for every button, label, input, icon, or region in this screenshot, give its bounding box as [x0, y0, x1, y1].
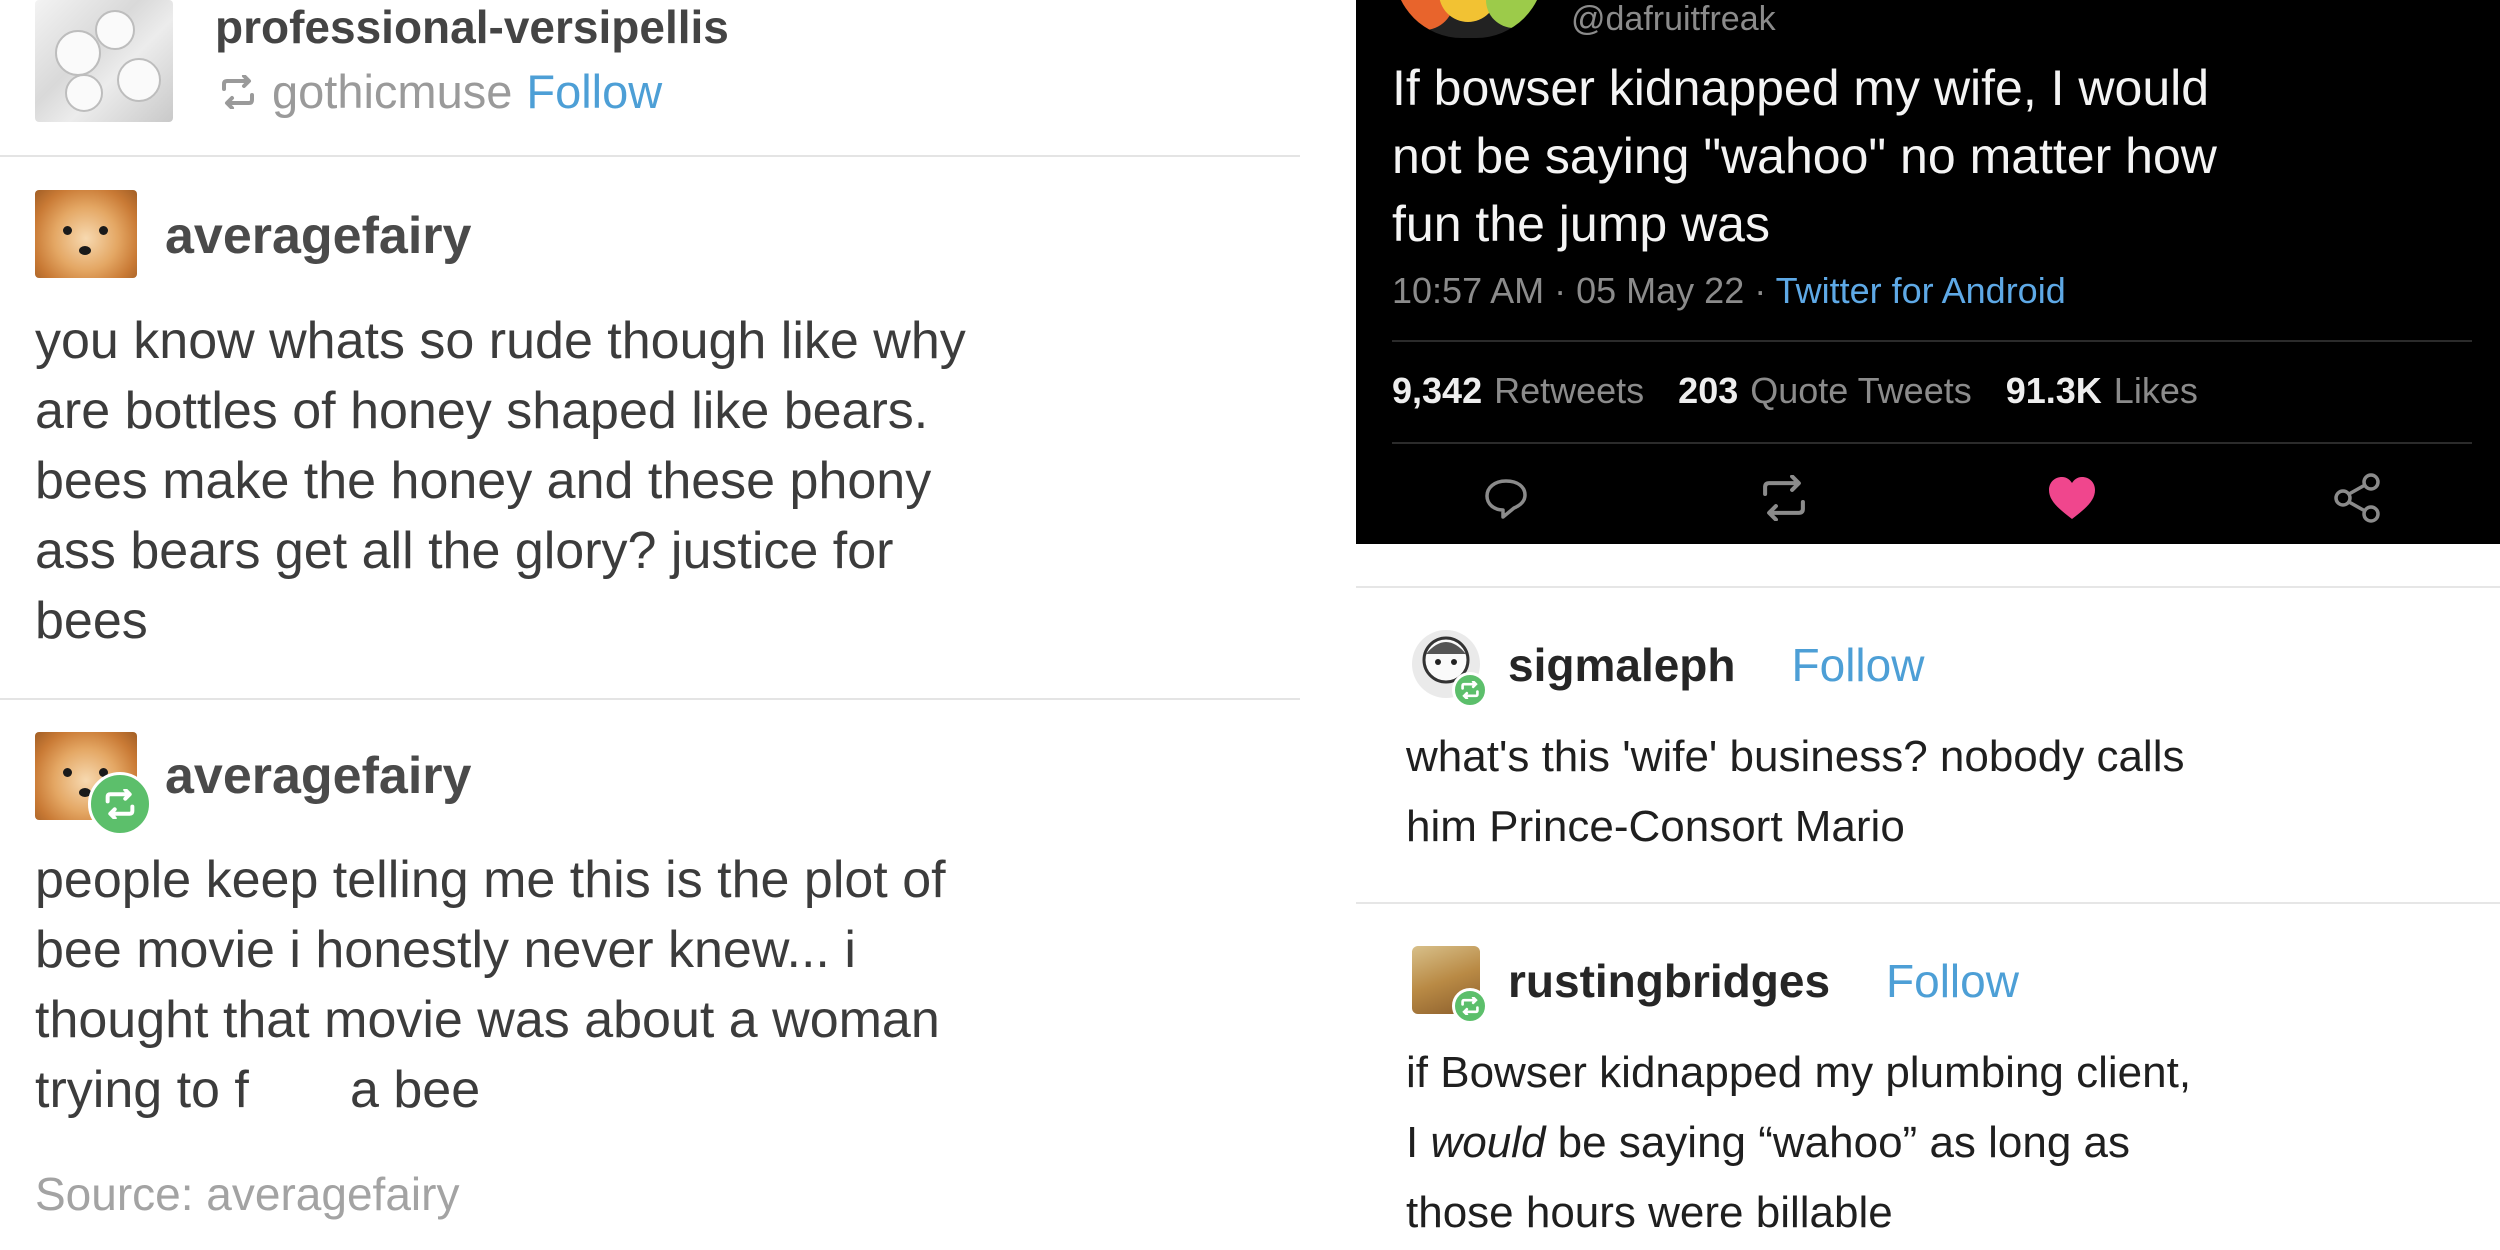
emphasized-text: would [1430, 1118, 1546, 1167]
text-line: if Bowser kidnapped my plumbing client, [1406, 1048, 2192, 1097]
divider [0, 698, 1300, 700]
text-fragment: I [1406, 1118, 1419, 1167]
text-line: not be saying "wahoo" no matter how [1392, 128, 2217, 184]
retweets-label: Retweets [1494, 370, 1645, 411]
text-line: are bottles of honey shaped like bears. [35, 382, 929, 440]
text-line: bees make the honey and these phony [35, 452, 932, 510]
text-line: people keep telling me this is the plot … [35, 851, 946, 909]
quote-tweets-count: 203 [1678, 370, 1739, 411]
tweet-actions [1356, 470, 2500, 530]
follow-button[interactable]: Follow [1792, 638, 1925, 692]
text-line: trying to f a bee [35, 1061, 481, 1119]
username[interactable]: sigmaleph [1508, 638, 1736, 692]
divider [1392, 442, 2472, 444]
text-line: him Prince-Consort Mario [1406, 802, 1905, 851]
reply-text: if Bowser kidnapped my plumbing client, … [1406, 1038, 2466, 1248]
text-line: thought that movie was about a woman [35, 991, 940, 1049]
likes-count: 91.3K [2005, 370, 2102, 411]
likes-label: Likes [2113, 370, 2198, 411]
tweet-avatar[interactable] [1394, 0, 1544, 38]
tweet-date: 05 May 22 [1576, 270, 1745, 311]
text-line: If bowser kidnapped my wife, I would [1392, 60, 2210, 116]
reply-text: what's this 'wife' business? nobody call… [1406, 722, 2466, 862]
reply-icon[interactable] [1478, 470, 1534, 526]
divider [0, 155, 1300, 157]
separator-dot: · [1554, 270, 1577, 311]
tumblr-post-left: professional-versipellis gothicmuse Foll… [0, 0, 1300, 1250]
tweet-stats: 9,342 Retweets 203 Quote Tweets 91.3K Likes [1392, 370, 2198, 412]
quote-tweets-label: Quote Tweets [1750, 370, 1972, 411]
text-fragment: be saying “wahoo” as long as [1557, 1118, 2131, 1167]
tweet-time: 10:57 AM [1392, 270, 1545, 311]
likes-stat[interactable]: 91.3K Likes [2006, 370, 2198, 412]
reblog-icon [222, 74, 254, 109]
divider [1356, 902, 2500, 904]
post-text: people keep telling me this is the plot … [35, 845, 1275, 1125]
separator-dot: · [1754, 270, 1776, 311]
follow-button[interactable]: Follow [1886, 954, 2019, 1008]
text-line: ass bears get all the glory? justice for [35, 522, 894, 580]
divider [1392, 340, 2472, 342]
follow-button[interactable]: Follow [526, 64, 662, 119]
retweets-count: 9,342 [1392, 370, 1483, 411]
tumblr-post-right: @dafruitfreak If bowser kidnapped my wif… [1356, 0, 2500, 1250]
reblog-badge-icon [1452, 988, 1488, 1024]
reply-header: sigmaleph Follow [1508, 638, 1924, 692]
text-line: bees [35, 592, 148, 650]
tweet-text: If bowser kidnapped my wife, I would not… [1392, 54, 2472, 258]
username[interactable]: averagefairy [165, 746, 471, 806]
tweet-source-link[interactable]: Twitter for Android [1776, 270, 2066, 311]
reblog-source-line: gothicmuse Follow [218, 64, 662, 119]
text-line: you know whats so rude though like why [35, 312, 966, 370]
username[interactable]: averagefairy [165, 206, 471, 266]
tweet-handle[interactable]: @dafruitfreak [1571, 0, 1776, 39]
source-link[interactable]: Source: averagefairy [35, 1167, 459, 1221]
reblog-badge-icon [1452, 672, 1488, 708]
tweet-screenshot: @dafruitfreak If bowser kidnapped my wif… [1356, 0, 2500, 544]
username[interactable]: rustingbridges [1508, 954, 1830, 1008]
blog-name[interactable]: professional-versipellis [215, 0, 729, 54]
divider [1356, 586, 2500, 588]
reblog-badge-icon [88, 772, 152, 836]
panel-gap [1300, 0, 1356, 1250]
text-line: I would be saying “wahoo” as long as [1406, 1108, 2466, 1178]
retweet-icon[interactable] [1756, 470, 1812, 526]
user-avatar[interactable] [35, 190, 137, 278]
text-line: what's this 'wife' business? nobody call… [1406, 732, 2185, 781]
post-text: you know whats so rude though like why a… [35, 306, 1275, 656]
quote-tweets-stat[interactable]: 203 Quote Tweets [1678, 370, 1972, 412]
share-icon[interactable] [2330, 470, 2386, 526]
blog-avatar[interactable] [35, 0, 173, 122]
text-line: bee movie i honestly never knew... i [35, 921, 856, 979]
heart-icon[interactable] [2044, 470, 2100, 526]
text-line: fun the jump was [1392, 196, 1770, 252]
reply-header: rustingbridges Follow [1508, 954, 2019, 1008]
text-line: those hours were billable [1406, 1188, 1893, 1237]
reblogged-from-username[interactable]: gothicmuse [272, 64, 512, 119]
retweets-stat[interactable]: 9,342 Retweets [1392, 370, 1644, 412]
tweet-meta: 10:57 AM · 05 May 22 · Twitter for Andro… [1392, 270, 2066, 312]
